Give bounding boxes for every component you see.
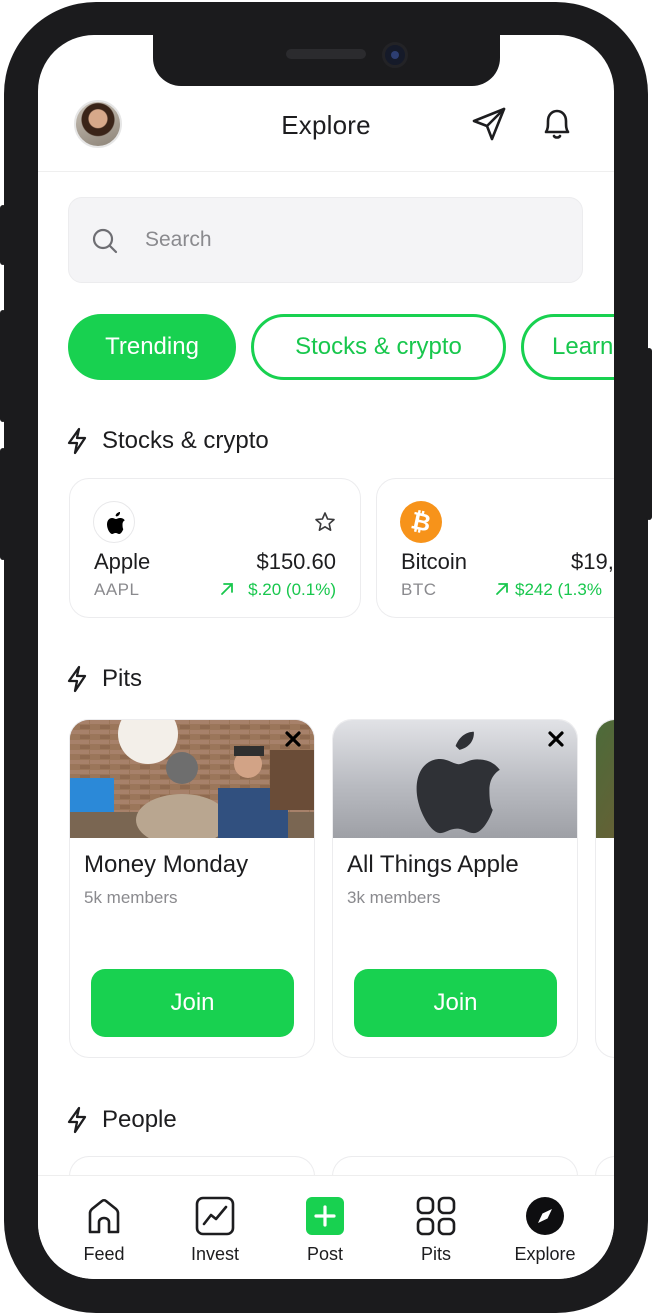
tab-feed[interactable]: Feed [54, 1176, 154, 1279]
bolt-icon [67, 665, 87, 693]
join-button[interactable]: Join [354, 969, 557, 1037]
stock-change: $.20 (0.1%) [220, 580, 336, 600]
search-bar[interactable] [68, 197, 583, 283]
apple-logo-icon [93, 501, 135, 543]
tab-post[interactable]: Post [275, 1176, 375, 1279]
stock-change-value: $242 (1.3% [515, 580, 602, 599]
stock-price: $19, [571, 549, 614, 574]
star-icon[interactable] [314, 511, 336, 533]
tab-explore-label: Explore [514, 1244, 576, 1264]
plus-icon [306, 1197, 344, 1235]
stock-symbol: AAPL [94, 580, 140, 599]
compass-icon [526, 1197, 564, 1235]
search-icon [92, 228, 118, 254]
tab-bar: Feed Invest Post Pits Explore [38, 1175, 614, 1279]
chip-learn[interactable]: Learn [521, 314, 614, 380]
tab-explore[interactable]: Explore [495, 1176, 595, 1279]
section-people-header: People [66, 1104, 177, 1136]
pit-photo [596, 720, 614, 838]
stock-card-bitcoin[interactable]: ₿ Bitcoin $19, BTC $242 (1.3% [376, 478, 614, 618]
chip-learn-label: Learn [552, 333, 614, 360]
pit-members: 3k members [347, 888, 441, 907]
tab-invest[interactable]: Invest [165, 1176, 265, 1279]
stock-change-value: $.20 (0.1%) [248, 580, 336, 599]
stock-change: $242 (1.3% [495, 580, 602, 600]
chart-icon [195, 1196, 235, 1236]
tab-pits[interactable]: Pits [386, 1176, 486, 1279]
pit-name: Money Monday [84, 851, 249, 878]
join-button[interactable]: Join [91, 969, 294, 1037]
speaker [286, 49, 366, 59]
close-icon[interactable] [284, 730, 302, 748]
search-input[interactable] [145, 198, 565, 282]
section-pits-title: Pits [102, 665, 143, 692]
close-icon[interactable] [547, 730, 565, 748]
pit-name: All Things Apple [347, 851, 519, 878]
pit-card-partial[interactable] [595, 719, 614, 1058]
bolt-icon [67, 1106, 87, 1134]
arrow-up-right-icon [496, 583, 508, 595]
app-screen: Explore Trending Stocks & crypto Learn S… [38, 35, 614, 1279]
podcast-studio-photo [70, 720, 314, 838]
header-divider [38, 171, 614, 172]
phone-side-button [0, 205, 6, 265]
chip-trending[interactable]: Trending [68, 314, 236, 380]
section-people-title: People [102, 1106, 177, 1133]
grid-icon [416, 1196, 456, 1236]
send-icon[interactable] [470, 105, 508, 143]
pit-card-all-things-apple[interactable]: All Things Apple 3k members Join [332, 719, 578, 1058]
stock-symbol: BTC [401, 580, 437, 599]
bell-icon[interactable] [538, 105, 576, 143]
phone-side-button [0, 448, 6, 560]
phone-side-button [0, 310, 6, 422]
tab-post-label: Post [306, 1244, 344, 1264]
page-title: Explore [281, 110, 371, 140]
apple-logo-photo [333, 720, 577, 838]
pit-card-money-monday[interactable]: Money Monday 5k members Join [69, 719, 315, 1058]
device-notch [153, 35, 500, 86]
camera [382, 42, 408, 68]
arrow-up-right-icon [221, 583, 234, 595]
stock-card-apple[interactable]: Apple $150.60 AAPL $.20 (0.1%) [69, 478, 361, 618]
stock-price: $150.60 [256, 549, 336, 574]
home-icon [88, 1198, 120, 1234]
stock-name: Apple [94, 549, 151, 574]
bolt-icon [67, 427, 87, 455]
tab-feed-label: Feed [83, 1244, 125, 1264]
section-pits-header: Pits [66, 663, 142, 695]
phone-side-button [646, 348, 652, 520]
section-stocks-title: Stocks & crypto [102, 427, 269, 454]
chip-stocks-crypto[interactable]: Stocks & crypto [251, 314, 506, 380]
bitcoin-logo-icon: ₿ [400, 501, 442, 543]
section-stocks-header: Stocks & crypto [66, 425, 269, 457]
tab-invest-label: Invest [190, 1244, 240, 1264]
pit-members: 5k members [84, 888, 178, 907]
tab-pits-label: Pits [420, 1244, 451, 1264]
stock-name: Bitcoin [401, 549, 468, 574]
svg-text:₿: ₿ [409, 507, 434, 537]
